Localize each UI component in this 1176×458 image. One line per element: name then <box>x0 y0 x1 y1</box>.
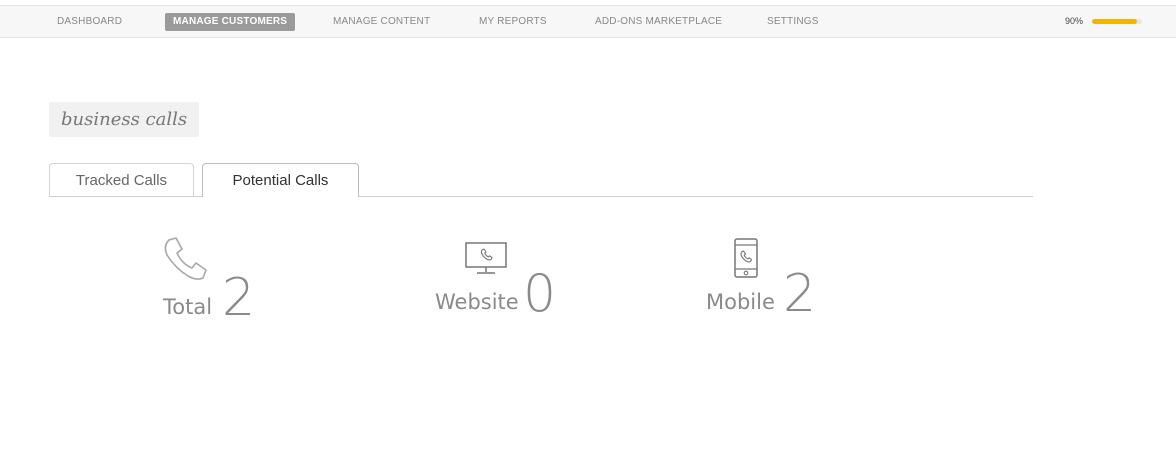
phone-icon <box>163 237 207 286</box>
nav-manage-content[interactable]: MANAGE CONTENT <box>333 13 430 31</box>
tab-potential-calls[interactable]: Potential Calls <box>202 163 359 197</box>
nav-dashboard[interactable]: DASHBOARD <box>57 13 122 31</box>
stat-mobile-value: 2 <box>783 264 817 324</box>
nav-add-ons-marketplace[interactable]: ADD-ONS MARKETPLACE <box>595 13 722 31</box>
profile-progress-fill <box>1092 19 1137 24</box>
section-title: business calls <box>49 102 200 137</box>
nav-my-reports[interactable]: MY REPORTS <box>479 13 547 31</box>
stat-website-value: 0 <box>523 264 557 324</box>
nav-manage-customers[interactable]: MANAGE CUSTOMERS <box>165 13 296 31</box>
profile-progress-bar <box>1092 19 1142 24</box>
stat-mobile-label: Mobile <box>706 290 775 314</box>
stat-total-label: Total <box>163 295 213 319</box>
profile-progress-label: 90% <box>1065 16 1084 26</box>
top-navigation-bar: DASHBOARD MANAGE CUSTOMERS MANAGE CONTEN… <box>0 5 1176 38</box>
tabs-divider <box>49 196 1033 197</box>
stat-total-value: 2 <box>222 268 256 328</box>
stat-website-label: Website <box>435 290 519 314</box>
monitor-phone-icon <box>465 242 507 281</box>
mobile-phone-icon <box>734 238 758 283</box>
tab-tracked-calls[interactable]: Tracked Calls <box>49 163 194 196</box>
nav-settings[interactable]: SETTINGS <box>767 13 819 31</box>
